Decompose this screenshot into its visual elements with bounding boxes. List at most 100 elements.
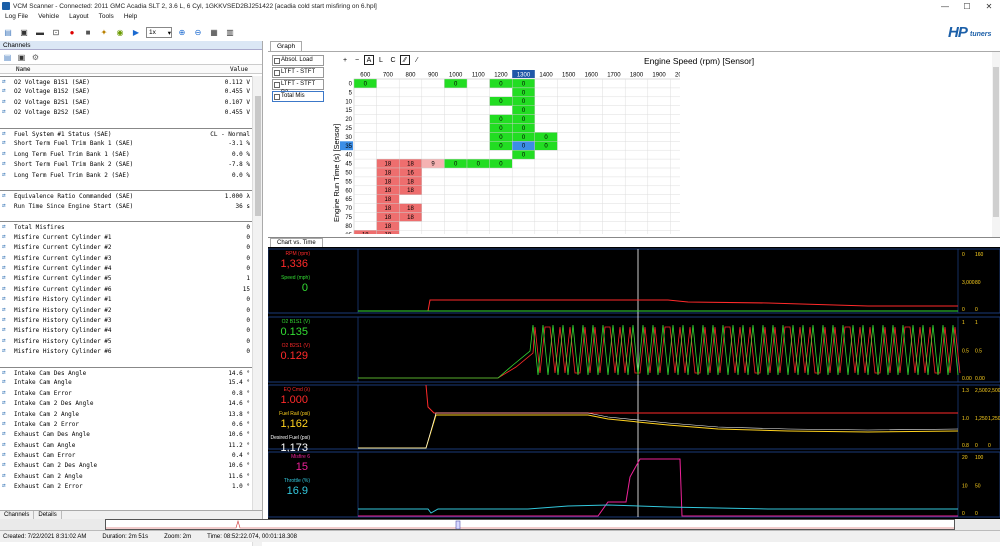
tab-channels[interactable]: Channels <box>0 511 35 519</box>
channel-row[interactable]: ⇄ Intake Cam 2 Angle 13.8 ° <box>0 409 252 419</box>
timeline-cursor[interactable] <box>455 520 461 529</box>
zoom-in-icon[interactable]: ⊕ <box>176 27 188 39</box>
table-icon[interactable]: ▦ <box>208 27 220 39</box>
channel-row[interactable]: ⇄ Misfire Current Cylinder #1 0 <box>0 232 252 242</box>
gauge-icon[interactable]: ◉ <box>114 27 126 39</box>
table-item-ltft-stft-b2[interactable]: LTFT - STFT B2 <box>272 79 324 96</box>
chart-scale-label: 0 <box>975 443 978 449</box>
close-button[interactable]: ✕ <box>978 0 1000 12</box>
x-axis-label: 1000 <box>449 73 463 79</box>
histogram-table[interactable]: 600 700 800 900 1000 1100 1200 1300 1400 1500 1600… <box>340 69 680 234</box>
channel-row[interactable]: ⇄ Intake Cam Angle 15.4 ° <box>0 377 252 387</box>
channel-row[interactable]: ⇄ Misfire Current Cylinder #3 0 <box>0 253 252 263</box>
channel-name: Exhaust Cam Error <box>14 452 76 460</box>
table-item-total-mis[interactable]: Total Mis <box>272 91 324 102</box>
x-axis-label: 1600 <box>585 73 599 79</box>
add-tool-button[interactable]: + <box>340 55 350 65</box>
remove-tool-button[interactable]: − <box>352 55 362 65</box>
channel-row[interactable]: ⇄ Intake Cam 2 Des Angle 14.6 ° <box>0 398 252 408</box>
table-item-ltft-stft[interactable]: LTFT - STFT <box>272 67 324 78</box>
channel-row[interactable]: ⇄ Total Misfires 0 <box>0 221 252 231</box>
channel-settings-icon[interactable]: ⚙ <box>30 52 41 63</box>
minimize-button[interactable]: — <box>934 0 956 12</box>
channel-value: 0 <box>246 327 250 335</box>
chart-scale-label: 1.0 <box>962 416 969 422</box>
channel-row[interactable]: ⇄ Short Term Fuel Trim Bank 1 (SAE) -3.1 % <box>0 138 252 148</box>
channel-value: 0.455 V <box>224 88 250 96</box>
channel-row[interactable]: ⇄ Misfire Current Cylinder #6 15 <box>0 284 252 294</box>
scrollbar-thumb[interactable] <box>255 96 261 216</box>
column-value[interactable]: Value <box>230 66 248 73</box>
car-icon[interactable]: ⊡ <box>50 27 62 39</box>
channel-row[interactable]: ⇄ Exhaust Cam Des Angle 10.6 ° <box>0 429 252 439</box>
channel-link-icon: ⇄ <box>2 264 6 272</box>
tab-details[interactable]: Details <box>34 511 62 519</box>
channel-row[interactable]: ⇄ Intake Cam 2 Error 0.6 ° <box>0 419 252 429</box>
zoom-out-icon[interactable]: ⊖ <box>192 27 204 39</box>
menu-vehicle[interactable]: Vehicle <box>38 13 59 23</box>
menu-tools[interactable]: Tools <box>99 13 114 23</box>
channel-row[interactable]: ⇄ Misfire History Cylinder #3 0 <box>0 315 252 325</box>
channel-row[interactable]: ⇄ Exhaust Cam 2 Angle 11.6 ° <box>0 471 252 481</box>
menu-log-file[interactable]: Log File <box>5 13 28 23</box>
save-icon[interactable]: ▣ <box>18 27 30 39</box>
open-channels-icon[interactable]: ▤ <box>2 52 13 63</box>
channel-row[interactable]: ⇄ Run Time Since Engine Start (SAE) 36 s <box>0 201 252 211</box>
channel-row[interactable]: ⇄ Fuel System #1 Status (SAE) CL - Normal <box>0 127 252 138</box>
engine-icon[interactable]: ✦ <box>98 27 110 39</box>
tab-chart-vs-time[interactable]: Chart vs. Time <box>270 238 323 247</box>
graph-scrollbar-thumb[interactable] <box>993 67 999 217</box>
channel-row[interactable]: ⇄ Misfire History Cylinder #1 0 <box>0 294 252 304</box>
channel-row[interactable]: ⇄ O2 Voltage B2S1 (SAE) 0.107 V <box>0 97 252 107</box>
channel-row[interactable]: ⇄ Intake Cam Error 0.8 ° <box>0 388 252 398</box>
line-tool-button[interactable]: ⁄ <box>412 55 422 65</box>
chart-channel-name: Fuel Rail (psi) <box>279 411 310 417</box>
channel-row[interactable]: ⇄ Equivalence Ratio Commanded (SAE) 1.000 … <box>0 190 252 200</box>
table-item-absol-load[interactable]: Absol. Load <box>272 55 324 66</box>
channel-row[interactable]: ⇄ Misfire History Cylinder #6 0 <box>0 346 252 356</box>
last-tool-button[interactable]: L <box>376 55 386 65</box>
channel-row[interactable]: ⇄ Exhaust Cam 2 Error 1.0 ° <box>0 481 252 491</box>
channel-row[interactable]: ⇄ Misfire Current Cylinder #5 1 <box>0 273 252 283</box>
play-icon[interactable]: ▶ <box>130 27 142 39</box>
channel-row[interactable]: ⇄ O2 Voltage B1S2 (SAE) 0.455 V <box>0 86 252 96</box>
channel-value: 0 <box>246 296 250 304</box>
channel-row[interactable]: ⇄ Short Term Fuel Trim Bank 2 (SAE) -7.8 % <box>0 159 252 169</box>
channel-row[interactable]: ⇄ Misfire History Cylinder #5 0 <box>0 336 252 346</box>
tab-graph[interactable]: Graph <box>270 41 303 51</box>
column-name[interactable]: Name <box>16 66 30 73</box>
channel-row[interactable]: ⇄ O2 Voltage B1S1 (SAE) 0.112 V <box>0 76 252 86</box>
menu-layout[interactable]: Layout <box>69 13 89 23</box>
playback-speed-select[interactable]: 1x ▾ <box>146 27 172 38</box>
channel-row[interactable]: ⇄ Exhaust Cam Error 0.4 ° <box>0 450 252 460</box>
channel-link-icon: ⇄ <box>2 336 6 344</box>
menu-help[interactable]: Help <box>124 13 137 23</box>
channel-row[interactable]: ⇄ Misfire Current Cylinder #2 0 <box>0 242 252 252</box>
channel-row[interactable]: ⇄ Misfire History Cylinder #4 0 <box>0 325 252 335</box>
channel-row[interactable]: ⇄ O2 Voltage B2S2 (SAE) 0.455 V <box>0 107 252 117</box>
record-icon[interactable]: ● <box>66 27 78 39</box>
channel-link-icon: ⇄ <box>2 232 6 240</box>
channel-row[interactable]: ⇄ Long Term Fuel Trim Bank 1 (SAE) 0.0 % <box>0 149 252 159</box>
layout-icon[interactable]: ▥ <box>224 27 236 39</box>
channel-row[interactable]: ⇄ Misfire History Cylinder #2 0 <box>0 305 252 315</box>
trace-tool-button[interactable]: ⁄⁄ <box>400 55 410 65</box>
channel-row[interactable]: ⇄ Exhaust Cam 2 Des Angle 10.6 ° <box>0 460 252 470</box>
channel-row[interactable]: ⇄ Intake Cam Des Angle 14.6 ° <box>0 366 252 377</box>
x-axis-label: 1100 <box>472 73 486 79</box>
channel-row[interactable]: ⇄ Misfire Current Cylinder #4 0 <box>0 263 252 273</box>
count-tool-button[interactable]: C <box>388 55 398 65</box>
timeline-overview[interactable] <box>105 519 955 530</box>
stop-icon[interactable]: ■ <box>82 27 94 39</box>
chart-vs-time[interactable]: RPM (rpm)1,336Speed (mph)00 1603,000 800 0O… <box>268 247 1000 520</box>
vehicle-icon[interactable]: ▬ <box>34 27 46 39</box>
maximize-button[interactable]: ☐ <box>956 0 978 12</box>
channel-row[interactable]: ⇄ Exhaust Cam Angle 11.2 ° <box>0 440 252 450</box>
graph-scrollbar[interactable] <box>992 52 1000 237</box>
open-file-icon[interactable]: ▤ <box>2 27 14 39</box>
average-tool-button[interactable]: A <box>364 55 374 65</box>
channel-row[interactable]: ⇄ Long Term Fuel Trim Bank 2 (SAE) 0.0 % <box>0 170 252 180</box>
chart-channel-name: O2 B1S1 (V) <box>282 319 311 325</box>
save-channels-icon[interactable]: ▣ <box>16 52 27 63</box>
channel-scrollbar[interactable] <box>252 76 262 546</box>
